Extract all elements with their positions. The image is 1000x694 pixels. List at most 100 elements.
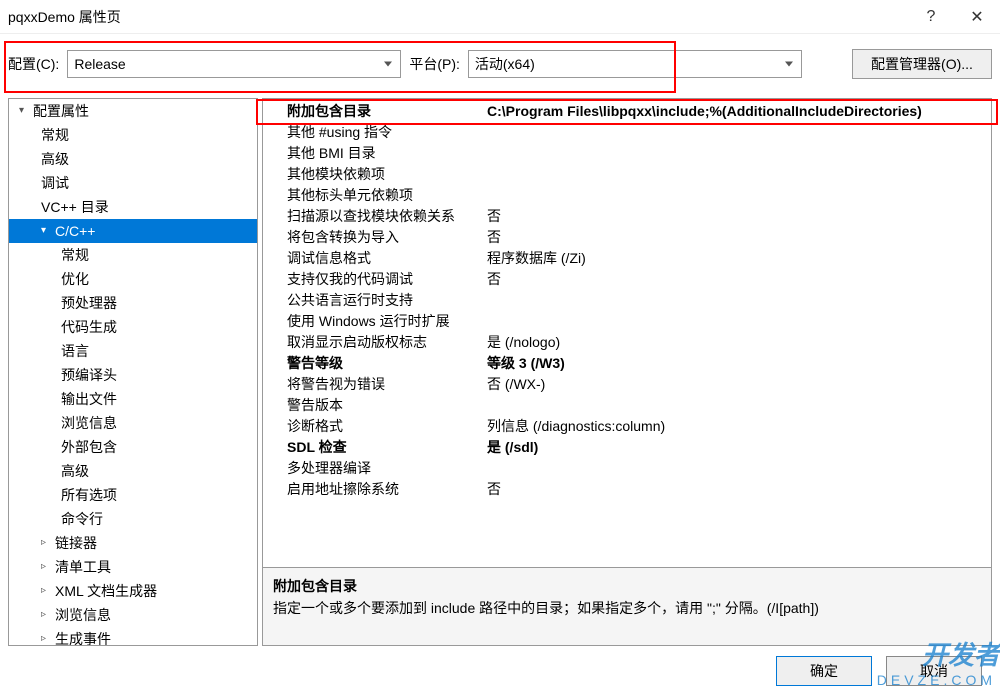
tree-item[interactable]: 命令行 — [9, 507, 257, 531]
tree-item-label: 清单工具 — [55, 557, 111, 577]
property-row[interactable]: 支持仅我的代码调试否 — [263, 269, 991, 290]
tree-item[interactable]: 常规 — [9, 243, 257, 267]
tree-item[interactable]: 代码生成 — [9, 315, 257, 339]
property-value[interactable]: 程序数据库 (/Zi) — [487, 248, 991, 269]
tree-item-label: 浏览信息 — [55, 605, 111, 625]
platform-dropdown[interactable]: 活动(x64) — [468, 50, 802, 78]
property-key: SDL 检查 — [287, 437, 487, 458]
property-key: 其他 BMI 目录 — [287, 143, 487, 164]
content-area: 附加包含目录C:\Program Files\libpqxx\include;%… — [262, 98, 992, 646]
tree-root-label: 配置属性 — [33, 101, 89, 121]
property-row[interactable]: 将包含转换为导入否 — [263, 227, 991, 248]
config-manager-button[interactable]: 配置管理器(O)... — [852, 49, 992, 79]
tree-item[interactable]: 预处理器 — [9, 291, 257, 315]
property-value[interactable]: 否 — [487, 206, 991, 227]
tree-item-label: 生成事件 — [55, 629, 111, 646]
property-row[interactable]: 公共语言运行时支持 — [263, 290, 991, 311]
property-key: 将包含转换为导入 — [287, 227, 487, 248]
property-value[interactable]: C:\Program Files\libpqxx\include;%(Addit… — [487, 101, 991, 122]
tree-item-cpp[interactable]: ▾ C/C++ — [9, 219, 257, 243]
config-dropdown[interactable]: Release — [67, 50, 401, 78]
property-row[interactable]: 使用 Windows 运行时扩展 — [263, 311, 991, 332]
property-row[interactable]: SDL 检查是 (/sdl) — [263, 437, 991, 458]
property-value[interactable] — [487, 290, 991, 311]
config-label: 配置(C): — [8, 54, 59, 74]
property-value[interactable]: 是 (/sdl) — [487, 437, 991, 458]
property-value[interactable]: 等级 3 (/W3) — [487, 353, 991, 374]
property-row[interactable]: 启用地址擦除系统否 — [263, 479, 991, 500]
property-row[interactable]: 其他 BMI 目录 — [263, 143, 991, 164]
tree-item[interactable]: 调试 — [9, 171, 257, 195]
property-key: 取消显示启动版权标志 — [287, 332, 487, 353]
tree-item[interactable]: ▹浏览信息 — [9, 603, 257, 627]
property-key: 调试信息格式 — [287, 248, 487, 269]
property-row[interactable]: 附加包含目录C:\Program Files\libpqxx\include;%… — [263, 101, 991, 122]
tree-item[interactable]: 输出文件 — [9, 387, 257, 411]
expand-arrow-icon: ▹ — [41, 629, 53, 646]
tree-item[interactable]: ▹XML 文档生成器 — [9, 579, 257, 603]
description-panel: 附加包含目录 指定一个或多个要添加到 include 路径中的目录；如果指定多个… — [262, 568, 992, 646]
property-row[interactable]: 扫描源以查找模块依赖关系否 — [263, 206, 991, 227]
tree-item[interactable]: VC++ 目录 — [9, 195, 257, 219]
tree-cpp-label: C/C++ — [55, 221, 95, 241]
expand-arrow-icon: ▹ — [41, 605, 53, 625]
property-value[interactable] — [487, 458, 991, 479]
property-key: 公共语言运行时支持 — [287, 290, 487, 311]
property-value[interactable] — [487, 311, 991, 332]
tree-item[interactable]: 优化 — [9, 267, 257, 291]
property-row[interactable]: 将警告视为错误否 (/WX-) — [263, 374, 991, 395]
property-row[interactable]: 其他标头单元依赖项 — [263, 185, 991, 206]
tree-item[interactable]: 高级 — [9, 147, 257, 171]
property-key: 将警告视为错误 — [287, 374, 487, 395]
main-area: ▾ 配置属性 常规高级调试VC++ 目录 ▾ C/C++ 常规优化预处理器代码生… — [0, 94, 1000, 650]
property-row[interactable]: 警告版本 — [263, 395, 991, 416]
tree-root[interactable]: ▾ 配置属性 — [9, 99, 257, 123]
property-value[interactable] — [487, 164, 991, 185]
property-value[interactable]: 否 — [487, 269, 991, 290]
help-button[interactable]: ? — [908, 2, 954, 32]
tree-item[interactable]: 语言 — [9, 339, 257, 363]
property-value[interactable]: 是 (/nologo) — [487, 332, 991, 353]
property-grid[interactable]: 附加包含目录C:\Program Files\libpqxx\include;%… — [262, 98, 992, 568]
property-row[interactable]: 取消显示启动版权标志是 (/nologo) — [263, 332, 991, 353]
property-key: 其他标头单元依赖项 — [287, 185, 487, 206]
close-button[interactable]: ✕ — [954, 2, 1000, 32]
tree-item[interactable]: 预编译头 — [9, 363, 257, 387]
description-body: 指定一个或多个要添加到 include 路径中的目录；如果指定多个，请用 ";"… — [273, 598, 981, 618]
property-key: 诊断格式 — [287, 416, 487, 437]
expand-arrow-icon: ▹ — [41, 533, 53, 553]
tree-sidebar[interactable]: ▾ 配置属性 常规高级调试VC++ 目录 ▾ C/C++ 常规优化预处理器代码生… — [8, 98, 258, 646]
expand-arrow-icon: ▹ — [41, 557, 53, 577]
property-value[interactable] — [487, 185, 991, 206]
tree-item[interactable]: 所有选项 — [9, 483, 257, 507]
property-row[interactable]: 警告等级等级 3 (/W3) — [263, 353, 991, 374]
property-value[interactable]: 列信息 (/diagnostics:column) — [487, 416, 991, 437]
tree-item[interactable]: ▹链接器 — [9, 531, 257, 555]
property-value[interactable] — [487, 122, 991, 143]
tree-item[interactable]: 高级 — [9, 459, 257, 483]
property-key: 其他 #using 指令 — [287, 122, 487, 143]
config-value: Release — [74, 56, 125, 72]
property-value[interactable] — [487, 395, 991, 416]
cancel-button[interactable]: 取消 — [886, 656, 982, 686]
property-row[interactable]: 其他 #using 指令 — [263, 122, 991, 143]
property-value[interactable]: 否 — [487, 227, 991, 248]
tree-item[interactable]: 外部包含 — [9, 435, 257, 459]
property-key: 启用地址擦除系统 — [287, 479, 487, 500]
title-bar: pqxxDemo 属性页 ? ✕ — [0, 0, 1000, 34]
ok-button[interactable]: 确定 — [776, 656, 872, 686]
property-key: 其他模块依赖项 — [287, 164, 487, 185]
property-value[interactable] — [487, 143, 991, 164]
property-row[interactable]: 多处理器编译 — [263, 458, 991, 479]
tree-item[interactable]: ▹清单工具 — [9, 555, 257, 579]
property-row[interactable]: 诊断格式列信息 (/diagnostics:column) — [263, 416, 991, 437]
property-key: 使用 Windows 运行时扩展 — [287, 311, 487, 332]
property-value[interactable]: 否 (/WX-) — [487, 374, 991, 395]
property-row[interactable]: 其他模块依赖项 — [263, 164, 991, 185]
property-key: 支持仅我的代码调试 — [287, 269, 487, 290]
tree-item[interactable]: 常规 — [9, 123, 257, 147]
tree-item[interactable]: ▹生成事件 — [9, 627, 257, 646]
property-value[interactable]: 否 — [487, 479, 991, 500]
property-row[interactable]: 调试信息格式程序数据库 (/Zi) — [263, 248, 991, 269]
tree-item[interactable]: 浏览信息 — [9, 411, 257, 435]
